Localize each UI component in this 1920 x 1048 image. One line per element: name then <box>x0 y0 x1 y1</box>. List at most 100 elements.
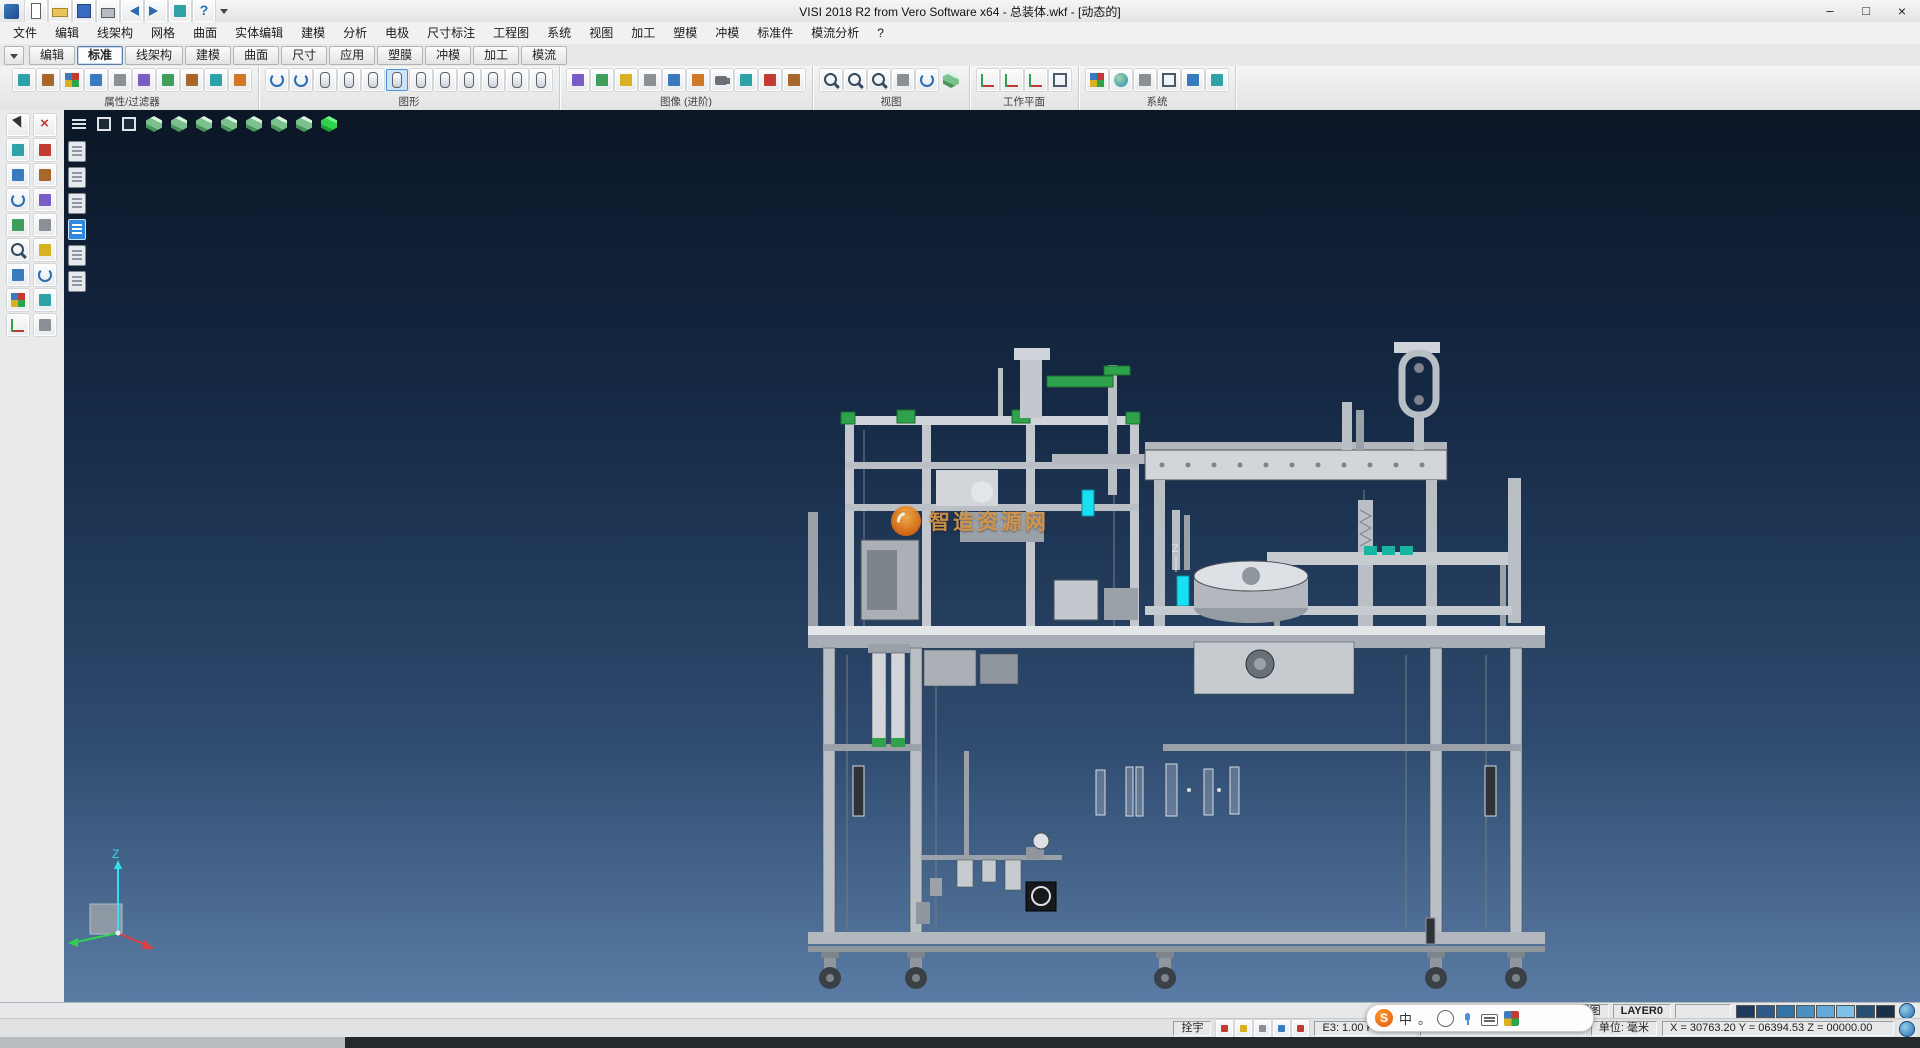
render-settings-icon[interactable] <box>567 69 589 91</box>
minimize-button[interactable]: – <box>1812 1 1848 22</box>
viewport-doc-5[interactable] <box>68 245 86 266</box>
menu-item-13[interactable]: 视图 <box>580 23 622 44</box>
tab-11[interactable]: 模流 <box>521 46 567 65</box>
move-tool-icon[interactable] <box>7 164 29 186</box>
open-file-icon[interactable] <box>49 0 71 22</box>
snap-indicator[interactable]: 拴宇 <box>1173 1021 1211 1036</box>
perspective-mode-icon[interactable] <box>482 69 504 91</box>
menu-item-8[interactable]: 分析 <box>334 23 376 44</box>
app-icon[interactable] <box>4 4 19 19</box>
scale-tool-icon[interactable] <box>34 214 56 236</box>
copy-tool-icon[interactable] <box>34 164 56 186</box>
animation-icon[interactable] <box>735 69 757 91</box>
record-icon[interactable] <box>1216 1020 1233 1037</box>
wcs-tool-icon[interactable] <box>7 314 29 336</box>
break-tool-icon[interactable] <box>34 139 56 161</box>
system-colors-icon[interactable] <box>1086 69 1108 91</box>
zoom-window-icon[interactable] <box>844 69 866 91</box>
sphere-icon[interactable] <box>1899 1003 1915 1019</box>
entity-mask-icon[interactable] <box>133 69 155 91</box>
regenerate-icon[interactable] <box>290 69 312 91</box>
menu-item-11[interactable]: 工程图 <box>484 23 538 44</box>
rendered-mode-icon[interactable] <box>410 69 432 91</box>
customize-caret-icon[interactable] <box>217 0 231 22</box>
3d-viewport[interactable]: Z <box>64 110 1920 1002</box>
system-settings-icon[interactable] <box>1134 69 1156 91</box>
tab-2[interactable]: 标准 <box>77 46 123 65</box>
keyboard-icon[interactable] <box>1481 1014 1498 1026</box>
snapshot-icon[interactable] <box>711 69 733 91</box>
shaded-edges-mode-icon[interactable] <box>386 69 408 91</box>
line-type-icon[interactable] <box>109 69 131 91</box>
shadow-icon[interactable] <box>639 69 661 91</box>
layer-color-swatch-8[interactable] <box>1876 1005 1895 1018</box>
mic-icon[interactable] <box>1460 1011 1475 1026</box>
transparent-mode-icon[interactable] <box>434 69 456 91</box>
layer-color-swatch-3[interactable] <box>1776 1005 1795 1018</box>
materials-icon[interactable] <box>591 69 613 91</box>
menu-item-7[interactable]: 建模 <box>292 23 334 44</box>
tab-10[interactable]: 加工 <box>473 46 519 65</box>
measure-tool-icon[interactable] <box>7 239 29 261</box>
layer-color-swatch-1[interactable] <box>1736 1005 1755 1018</box>
tab-9[interactable]: 冲模 <box>425 46 471 65</box>
offset-tool-icon[interactable] <box>7 214 29 236</box>
layer-color-swatch-7[interactable] <box>1856 1005 1875 1018</box>
menu-item-10[interactable]: 尺寸标注 <box>418 23 484 44</box>
view-top-icon[interactable] <box>268 113 290 135</box>
menu-item-9[interactable]: 电极 <box>376 23 418 44</box>
tab-3[interactable]: 线架构 <box>125 46 183 65</box>
view-back-icon[interactable] <box>193 113 215 135</box>
redraw-icon[interactable] <box>266 69 288 91</box>
isolate-icon[interactable] <box>229 69 251 91</box>
shaded-mode-icon[interactable] <box>362 69 384 91</box>
tab-7[interactable]: 应用 <box>329 46 375 65</box>
mirror-tool-icon[interactable] <box>34 189 56 211</box>
workplane-view-icon[interactable] <box>1001 69 1023 91</box>
workplane-entity-icon[interactable] <box>1025 69 1047 91</box>
tab-5[interactable]: 曲面 <box>233 46 279 65</box>
menu-item-15[interactable]: 塑模 <box>664 23 706 44</box>
workplane-xy-icon[interactable] <box>977 69 999 91</box>
tab-8[interactable]: 塑膜 <box>377 46 423 65</box>
background-icon[interactable] <box>663 69 685 91</box>
menu-item-6[interactable]: 实体编辑 <box>226 23 292 44</box>
circle-tool-icon[interactable] <box>34 264 56 286</box>
viewport-doc-6[interactable] <box>68 271 86 292</box>
rotate-tool-icon[interactable] <box>7 189 29 211</box>
layer-color-swatch-6[interactable] <box>1836 1005 1855 1018</box>
viewport-doc-3[interactable] <box>68 193 86 214</box>
info-icon[interactable] <box>1273 1020 1290 1037</box>
plot-icon[interactable] <box>169 0 191 22</box>
tab-4[interactable]: 建模 <box>185 46 231 65</box>
globe-icon[interactable] <box>1899 1021 1915 1037</box>
filter-settings-icon[interactable] <box>205 69 227 91</box>
attribute-copy-icon[interactable] <box>37 69 59 91</box>
system-chart-icon[interactable] <box>1206 69 1228 91</box>
attribute-paint-icon[interactable] <box>13 69 35 91</box>
quick-select-icon[interactable] <box>157 69 179 91</box>
layer-color-swatch-5[interactable] <box>1816 1005 1835 1018</box>
section-mode-icon[interactable] <box>458 69 480 91</box>
menu-item-14[interactable]: 加工 <box>622 23 664 44</box>
menu-item-4[interactable]: 网格 <box>142 23 184 44</box>
view-front-icon[interactable] <box>168 113 190 135</box>
viewport-doc-1[interactable] <box>68 141 86 162</box>
layer-color-swatch-4[interactable] <box>1796 1005 1815 1018</box>
emoji-icon[interactable] <box>1437 1010 1454 1027</box>
save-icon[interactable] <box>73 0 95 22</box>
layer-color-swatch-2[interactable] <box>1756 1005 1775 1018</box>
undo-icon[interactable] <box>121 0 143 22</box>
viewport-doc-2[interactable] <box>68 167 86 188</box>
texture-icon[interactable] <box>687 69 709 91</box>
sogou-logo-icon[interactable]: S <box>1375 1009 1393 1027</box>
ime-mode-toggle[interactable]: 中 <box>1399 1009 1412 1028</box>
ime-punctuation-toggle[interactable]: 。 <box>1418 1009 1431 1028</box>
snap-toggle-icon[interactable] <box>1292 1020 1309 1037</box>
menu-item-12[interactable]: 系统 <box>538 23 580 44</box>
properties-icon[interactable] <box>181 69 203 91</box>
tab-1[interactable]: 编辑 <box>29 46 75 65</box>
viewport-layout-icon[interactable] <box>118 113 140 135</box>
viewport-menu-icon[interactable] <box>68 113 90 135</box>
group-tool-icon[interactable] <box>34 289 56 311</box>
